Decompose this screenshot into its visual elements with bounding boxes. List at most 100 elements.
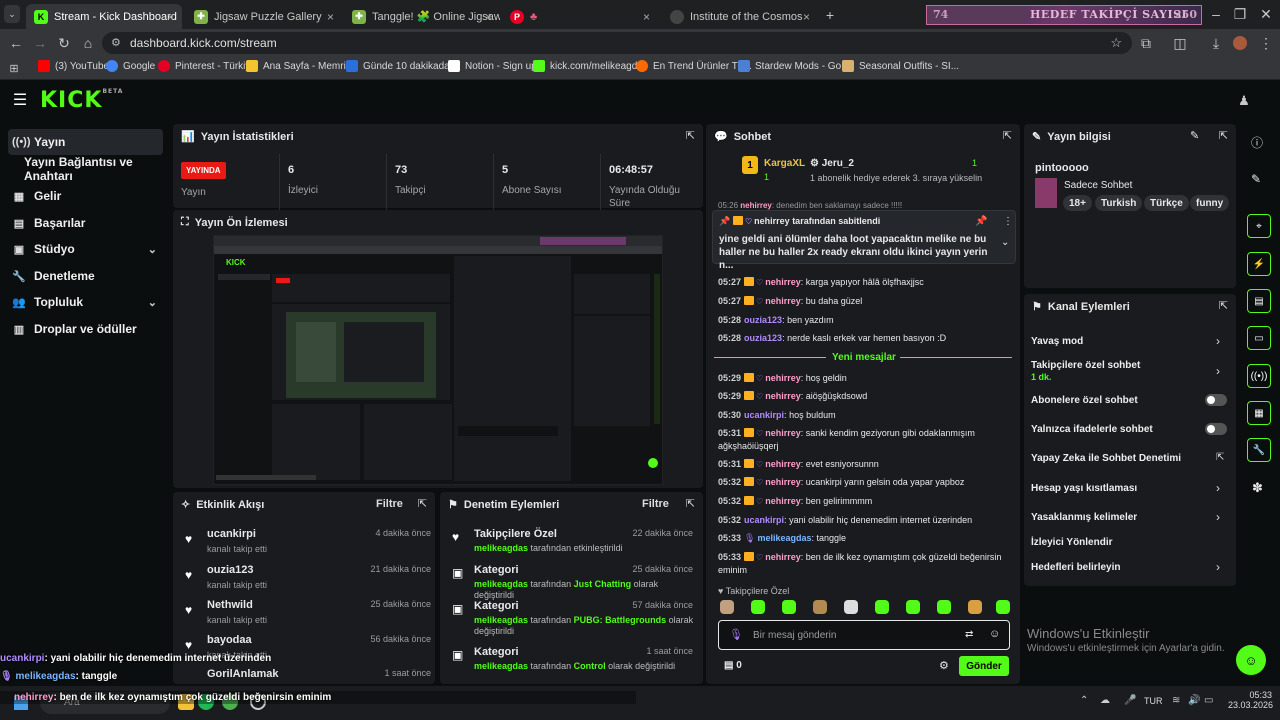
back-icon[interactable]: ← — [6, 33, 26, 53]
taskbar-clock[interactable]: 05:33 23.03.2026 — [1228, 690, 1273, 710]
bookmark-youtube[interactable]: (3) YouTube — [38, 60, 109, 72]
forward-icon[interactable]: → — [30, 33, 50, 53]
emote-icon[interactable] — [937, 600, 951, 614]
apps-grid-icon[interactable]: ⊞ — [4, 58, 24, 78]
bookmark-kick[interactable]: kick.com/melikeagd... — [533, 60, 646, 72]
channel-action-ai-moderation[interactable]: Yapay Zeka ile Sohbet Denetimi — [1031, 453, 1181, 464]
pinned-menu-icon[interactable]: ⋮ — [1003, 216, 1013, 227]
tab-jigsaw-gallery[interactable]: ✚ Jigsaw Puzzle Gallery × — [186, 4, 342, 29]
tab-kick-dashboard[interactable]: K Stream - Kick Dashboard × — [26, 4, 182, 29]
language-indicator[interactable]: TUR — [1144, 696, 1163, 706]
popout-icon[interactable]: ⇱ — [686, 129, 695, 142]
translate-icon[interactable]: ⇄ — [965, 629, 973, 640]
emoji-icon[interactable]: ☺ — [989, 628, 1000, 640]
emote-icon[interactable] — [813, 600, 827, 614]
chevron-down-icon[interactable]: ⌄ — [1001, 237, 1009, 248]
rail-scan-button[interactable]: ⌖ — [1247, 214, 1271, 238]
rail-document-button[interactable]: ▤ — [1247, 289, 1271, 313]
tab-search-icon[interactable]: ⌄ — [4, 5, 20, 23]
rail-chat-button[interactable]: ▭ — [1247, 326, 1271, 350]
channel-action-goals[interactable]: Hedefleri belirleyin — [1031, 562, 1120, 573]
sidepanel-icon[interactable]: ◫ — [1170, 33, 1190, 53]
emote-icon[interactable] — [844, 600, 858, 614]
browser-menu-icon[interactable]: ⋮ — [1256, 33, 1276, 53]
subs-only-toggle[interactable] — [1205, 394, 1227, 406]
download-icon[interactable]: ⤓ — [1206, 33, 1226, 53]
close-tab-icon[interactable]: × — [643, 10, 650, 24]
channel-action-subs-only[interactable]: Abonelere özel sohbet — [1031, 395, 1138, 406]
unpin-icon[interactable]: 📌 — [975, 216, 987, 227]
channel-points[interactable]: ▤ 0 — [724, 660, 742, 671]
emote-icon[interactable] — [875, 600, 889, 614]
chat-settings-icon[interactable]: ⚙ — [939, 659, 949, 672]
support-chat-button[interactable]: ☺ — [1236, 645, 1266, 675]
minimize-icon[interactable]: – — [1206, 4, 1226, 24]
emote-icon[interactable] — [996, 600, 1010, 614]
bookmark-google[interactable]: Google — [106, 60, 155, 72]
emotes-only-toggle[interactable] — [1205, 423, 1227, 435]
site-info-icon[interactable]: ⚙ — [111, 36, 121, 49]
window-close-icon[interactable]: ✕ — [1256, 4, 1276, 24]
mic-tray-icon[interactable]: 🎤 — [1124, 695, 1136, 706]
bookmark-trend[interactable]: En Trend Ürünler Tü... — [636, 60, 752, 72]
rail-bolt-button[interactable]: ⚡ — [1247, 252, 1271, 276]
sidebar-item-stream-key[interactable]: Yayın Bağlantısı ve Anahtarı — [8, 155, 163, 183]
bookmark-memrise[interactable]: Ana Sayfa - Memrise — [246, 60, 356, 72]
chat-input[interactable]: 🎙 Bir mesaj gönderin ⇄ ☺ — [718, 620, 1010, 650]
new-tab-icon[interactable]: + — [820, 5, 840, 25]
chevron-right-icon[interactable]: › — [1216, 334, 1220, 348]
extensions-icon[interactable]: ⧉ — [1136, 33, 1156, 53]
battery-icon[interactable]: ▭ — [1204, 695, 1213, 706]
popout-icon[interactable]: ⇱ — [1003, 129, 1012, 142]
close-tab-icon[interactable]: × — [327, 10, 334, 24]
sidebar-item-gelir[interactable]: ▦ Gelir — [8, 183, 163, 209]
chevron-right-icon[interactable]: › — [1216, 364, 1220, 378]
close-tab-icon[interactable]: × — [167, 10, 174, 24]
send-button[interactable]: Gönder — [959, 656, 1009, 676]
chevron-right-icon[interactable]: › — [1216, 510, 1220, 524]
bookmark-star-icon[interactable]: ☆ — [1110, 35, 1122, 51]
rail-wrench-button[interactable]: 🔧 — [1247, 438, 1271, 462]
tab-institute-cosmos[interactable]: Institute of the Cosmos × — [662, 4, 818, 29]
profile-avatar-icon[interactable] — [1230, 33, 1250, 53]
sidebar-item-denetleme[interactable]: 🔧 Denetleme — [8, 263, 163, 289]
popout-icon[interactable]: ⇱ — [1219, 129, 1228, 142]
sidebar-item-basarilar[interactable]: ▤ Başarılar — [8, 210, 163, 236]
channel-action-account-age[interactable]: Hesap yaşı kısıtlaması — [1031, 483, 1137, 494]
emote-icon[interactable] — [720, 600, 734, 614]
home-icon[interactable]: ⌂ — [78, 33, 98, 53]
kick-logo[interactable]: KICKBETA — [40, 88, 123, 113]
stream-preview-video[interactable]: KICK — [213, 235, 663, 485]
edit-pen-icon[interactable]: ✎ — [1251, 172, 1261, 186]
info-icon[interactable]: ⓘ — [1251, 134, 1263, 151]
rail-broadcast-button[interactable]: ((•)) — [1247, 364, 1271, 388]
rail-stats-button[interactable]: ▦ — [1247, 401, 1271, 425]
hamburger-menu-icon[interactable]: ☰ — [10, 90, 30, 110]
bookmark-seasonal[interactable]: Seasonal Outfits - SI... — [842, 60, 959, 72]
tab-pinterest[interactable]: P ♣ × — [502, 4, 658, 29]
tray-arrow-icon[interactable]: ⌃ — [1080, 695, 1088, 706]
reload-icon[interactable]: ↻ — [54, 33, 74, 53]
popout-icon[interactable]: ⇱ — [1219, 299, 1228, 312]
emote-icon[interactable] — [906, 600, 920, 614]
tab-tanggle[interactable]: ✚ Tanggle! 🧩 Online Jigsaw Puzz × — [344, 4, 500, 29]
sidebar-item-droplar[interactable]: ▥ Droplar ve ödüller — [8, 316, 163, 342]
bookmark-gunde-10[interactable]: Günde 10 dakikada... — [346, 60, 458, 72]
emote-icon[interactable] — [968, 600, 982, 614]
volume-icon[interactable]: 🔊 — [1188, 695, 1200, 706]
moderation-filter-button[interactable]: Filtre — [642, 498, 669, 510]
maximize-icon[interactable]: ❐ — [1230, 4, 1250, 24]
sidebar-item-yayin[interactable]: ((•)) Yayın — [8, 129, 163, 155]
popout-icon[interactable]: ⇱ — [686, 497, 695, 510]
bookmark-pinterest[interactable]: Pinterest - Türkiye — [158, 60, 256, 72]
user-avatar-icon[interactable]: ♟ — [1234, 91, 1254, 111]
external-link-icon[interactable]: ⇱ — [1216, 452, 1224, 463]
address-bar[interactable]: ⚙ dashboard.kick.com/stream ☆ — [102, 32, 1132, 54]
channel-action-followers-only[interactable]: Takipçilere özel sohbet — [1031, 360, 1140, 371]
edit-icon[interactable]: ✎ — [1190, 129, 1199, 142]
top-gifter-2[interactable]: ⚙ Jeru_2 — [810, 158, 854, 169]
sidebar-item-topluluk[interactable]: 👥 Topluluk ⌄ — [8, 289, 163, 315]
channel-action-emotes-only[interactable]: Yalnızca ifadelerle sohbet — [1031, 424, 1153, 435]
close-tab-icon[interactable]: × — [803, 10, 810, 24]
bookmark-stardew[interactable]: Stardew Mods - Go... — [738, 60, 849, 72]
